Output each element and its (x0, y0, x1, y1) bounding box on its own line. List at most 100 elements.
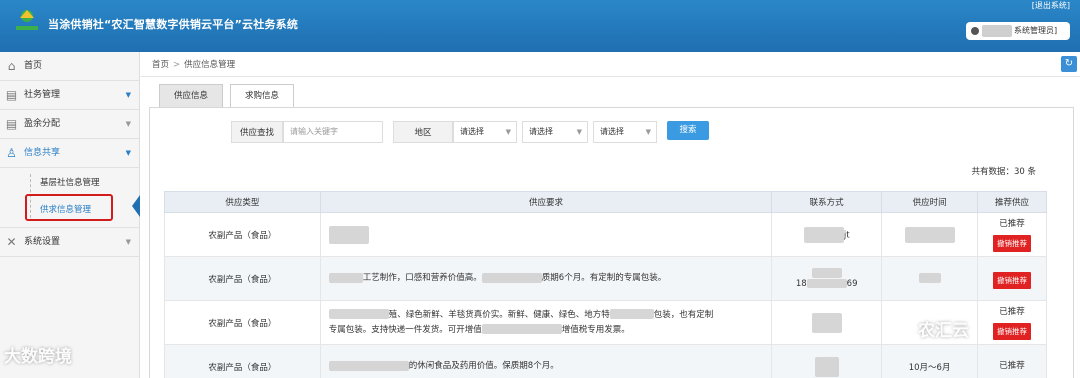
contact-text: 69 (846, 278, 858, 289)
home-icon: ⌂ (7, 59, 16, 73)
select-value: 请选择 (600, 127, 624, 136)
column-header: 供应要求 (319, 191, 773, 213)
app-title: 当涂供销社“农汇智慧数字供销云平台”云社务系统 (48, 18, 299, 31)
logout-link[interactable]: [退出系统] (1032, 0, 1070, 11)
chevron-down-icon: ▼ (125, 149, 131, 157)
table-row[interactable]: 农副产品（食品） 工艺制作，口感和营养价值高。 质期6个月。有定制的专属包装。 1… (164, 256, 1047, 301)
revoke-recommend-button[interactable]: 撤销推荐 (993, 323, 1032, 340)
revoke-recommend-button[interactable]: 撤销推荐 (993, 271, 1032, 289)
city-select[interactable]: 请选择 ▼ (522, 121, 588, 143)
redacted-text (481, 324, 562, 334)
user-menu[interactable]: 系统管理员] (966, 22, 1070, 40)
breadcrumb-current: 供应信息管理 (184, 60, 236, 70)
requirement-text: 增值税专用发票。 (561, 324, 630, 335)
table-row[interactable]: 农副产品（食品） 的休闲食品及药用价值。保质期8个月。 10月～6月 已推荐 (164, 344, 1047, 378)
chevron-down-icon: ▼ (505, 128, 511, 136)
contact-text: 18 (795, 278, 807, 289)
divider (141, 76, 1080, 77)
redacted-text (803, 226, 844, 243)
redacted-text (328, 309, 389, 319)
redacted-text (814, 356, 839, 377)
column-header: 推荐供应 (977, 191, 1047, 213)
redacted-text (811, 268, 842, 279)
recommend-cell: 撤销推荐 (977, 256, 1047, 301)
supply-requirement: 殖、绿色新鲜、羊毯货真价实。新鲜、健康、绿色、地方特 包装，也有定制 专属包装。支持… (319, 300, 773, 345)
tab-bar: 供应信息 求购信息 (159, 84, 301, 107)
redacted-username (982, 25, 1012, 37)
user-avatar (971, 27, 979, 35)
redacted-text (918, 273, 941, 284)
logo-icon (16, 10, 38, 30)
sidebar-item-settings[interactable]: ✕ 系统设置 ▼ (0, 228, 139, 257)
sidebar-item-label: 盈余分配 (24, 119, 61, 129)
supply-type: 农副产品（食品） (164, 344, 321, 378)
recommend-status: 已推荐 (999, 219, 1025, 229)
column-header: 供应类型 (164, 191, 321, 213)
supply-type: 农副产品（食品） (164, 256, 321, 301)
sidebar-item-info-share[interactable]: ♙ 信息共享 ▼ (0, 139, 139, 168)
chevron-down-icon: ▼ (576, 128, 582, 136)
supply-table: 供应类型 供应要求 联系方式 供应时间 推荐供应 农副产品（食品） jt 已推荐… (164, 191, 1047, 378)
breadcrumb-home[interactable]: 首页 (152, 60, 169, 70)
table-header-row: 供应类型 供应要求 联系方式 供应时间 推荐供应 (164, 191, 1047, 213)
column-header: 联系方式 (771, 191, 883, 213)
sidebar: ⌂ 首页 ▤ 社务管理 ▼ ▤ 盈余分配 ▼ ♙ 信息共享 ▼ 基层社信息管理 … (0, 52, 140, 378)
requirement-text: 包装，也有定制 (653, 309, 714, 320)
watermark-right: 农汇云 (918, 321, 969, 341)
select-value: 请选择 (529, 127, 553, 136)
tab-demand[interactable]: 求购信息 (230, 84, 295, 107)
sidebar-item-label: 首页 (24, 61, 43, 71)
recommend-status: 已推荐 (999, 361, 1025, 371)
region-label: 地区 (393, 121, 453, 143)
user-role: 系统管理员] (1014, 26, 1058, 35)
revoke-recommend-button[interactable]: 撤销推荐 (993, 235, 1032, 252)
supply-time: 10月～6月 (881, 344, 979, 378)
district-select[interactable]: 请选择 ▼ (593, 121, 657, 143)
redacted-text (609, 309, 654, 319)
search-button[interactable]: 搜索 (667, 121, 709, 140)
tools-icon: ✕ (6, 235, 17, 249)
refresh-icon[interactable]: ↻ (1061, 56, 1077, 72)
supply-time (881, 256, 979, 301)
sidebar-submenu: 基层社信息管理 供求信息管理 (0, 168, 140, 228)
requirement-text: 的休闲食品及药用价值。保质期8个月。 (408, 361, 559, 371)
redacted-text (806, 278, 847, 288)
sidebar-item-label: 社务管理 (24, 90, 61, 100)
chevron-down-icon: ▼ (125, 238, 131, 246)
contact-cell (771, 300, 883, 345)
contact-cell (771, 344, 883, 378)
recommend-status: 已推荐 (999, 307, 1025, 317)
contact-text: jt (843, 230, 850, 240)
search-input[interactable]: 请输入关键字 (283, 121, 383, 143)
highlight-box (25, 194, 113, 221)
recommend-cell: 已推荐 撤销推荐 (977, 212, 1047, 257)
watermark-left: 大数跨境 (4, 347, 72, 367)
supply-requirement (319, 212, 773, 257)
sidebar-item-label: 系统设置 (24, 237, 61, 247)
supply-type: 农副产品（食品） (164, 212, 321, 257)
requirement-text: 质期6个月。有定制的专属包装。 (541, 273, 667, 283)
province-select[interactable]: 请选择 ▼ (453, 121, 517, 143)
sidebar-item-affairs[interactable]: ▤ 社务管理 ▼ (0, 81, 139, 110)
redacted-text (811, 312, 842, 333)
sidebar-item-home[interactable]: ⌂ 首页 (0, 52, 139, 81)
sidebar-item-surplus[interactable]: ▤ 盈余分配 ▼ (0, 110, 139, 139)
breadcrumb: 首页 > 供应信息管理 (152, 58, 235, 70)
table-row[interactable]: 农副产品（食品） 殖、绿色新鲜、羊毯货真价实。新鲜、健康、绿色、地方特 包装，也有… (164, 300, 1047, 345)
requirement-text: 殖、绿色新鲜、羊毯货真价实。新鲜、健康、绿色、地方特 (388, 309, 610, 320)
column-header: 供应时间 (881, 191, 979, 213)
tab-supply[interactable]: 供应信息 (159, 84, 224, 107)
supply-requirement: 工艺制作，口感和营养价值高。 质期6个月。有定制的专属包装。 (319, 256, 773, 301)
redacted-text (328, 225, 369, 244)
sidebar-subitem-coop-info[interactable]: 基层社信息管理 (40, 176, 100, 188)
redacted-text (328, 360, 409, 371)
chevron-down-icon: ▼ (125, 120, 131, 128)
recommend-cell: 已推荐 (977, 344, 1047, 378)
contact-cell: 18 69 (771, 256, 883, 301)
breadcrumb-separator: > (173, 60, 181, 70)
select-value: 请选择 (460, 127, 484, 136)
people-icon: ♙ (6, 146, 17, 160)
sidebar-item-label: 信息共享 (24, 148, 61, 158)
active-indicator (132, 195, 140, 217)
table-row[interactable]: 农副产品（食品） jt 已推荐撤销推荐 (164, 212, 1047, 257)
